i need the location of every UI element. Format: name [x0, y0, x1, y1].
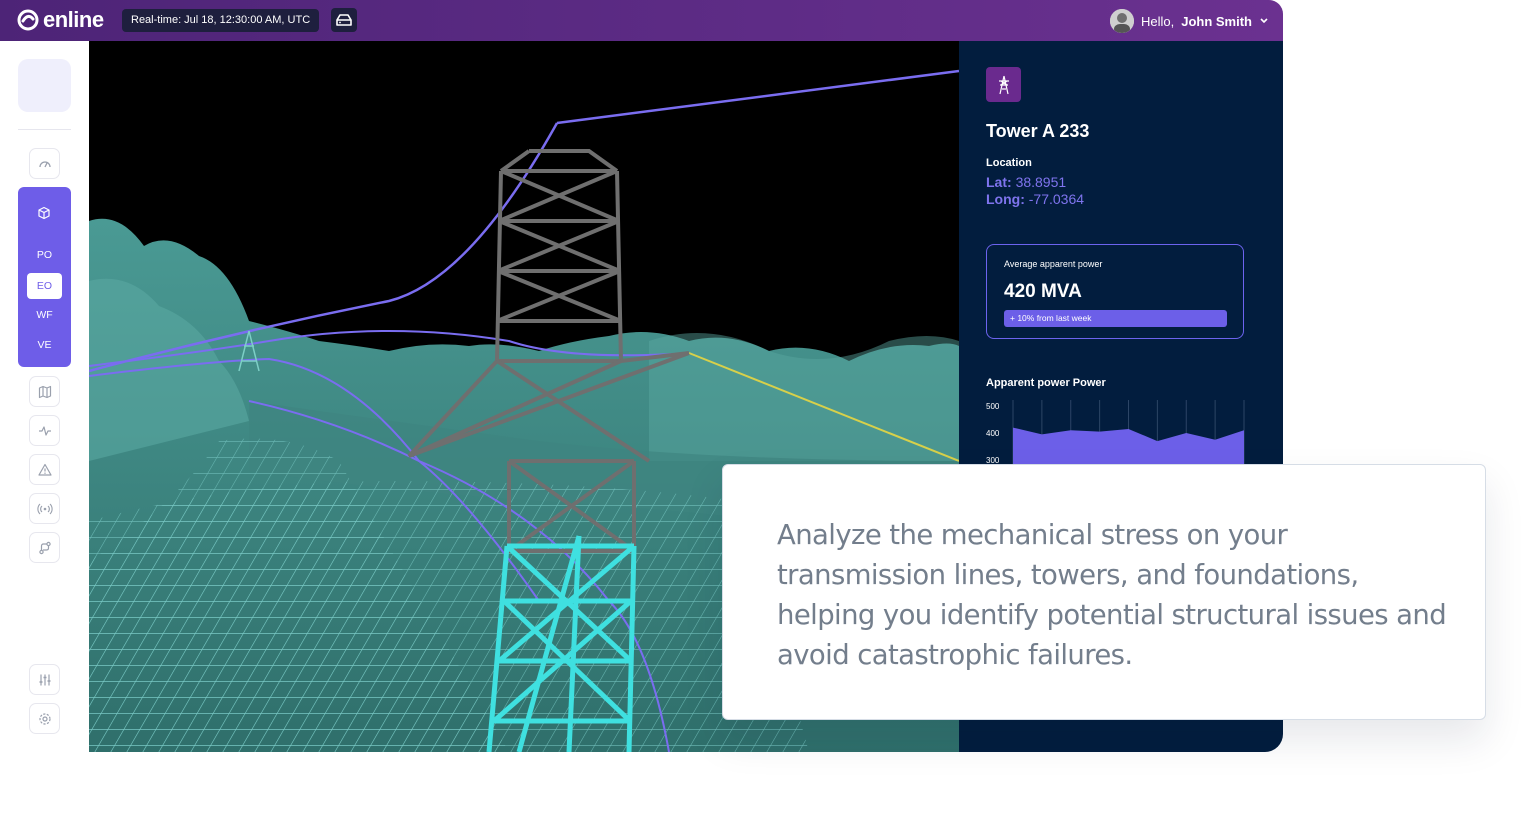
feature-description: Analyze the mechanical stress on your tr… [777, 519, 1447, 671]
latitude: Lat: 38.8951 [986, 174, 1066, 190]
sidebar-sub-eo[interactable]: EO [27, 273, 62, 299]
avatar [1109, 9, 1134, 33]
sidebar-item-map[interactable] [29, 376, 60, 407]
long-value: -77.0364 [1028, 191, 1085, 207]
sidebar-item-settings[interactable] [29, 703, 60, 734]
sidebar-item-routes[interactable] [29, 532, 60, 563]
sidebar-item-alerts[interactable] [29, 454, 60, 485]
location-label: Location [986, 157, 1032, 169]
greeting-text: Hello, [1140, 13, 1175, 29]
sidebar-sub-wf[interactable]: WF [27, 302, 62, 328]
lat-label: Lat: [986, 174, 1012, 190]
sidebar-item-dashboard[interactable] [29, 148, 60, 179]
map-icon [38, 385, 51, 398]
chart-y-tick: 500 [986, 402, 1000, 411]
chart-title: Apparent power Power [986, 377, 1106, 389]
realtime-clock: Real-time: Jul 18, 12:30:00 AM, UTC [122, 9, 320, 32]
power-card-label: Average apparent power [1004, 259, 1103, 269]
workspace-logo[interactable] [18, 59, 71, 112]
sidebar: PO EO WF VE [0, 41, 89, 752]
alert-icon [37, 463, 52, 476]
brand-logo[interactable]: enline [17, 8, 104, 32]
average-power-card: Average apparent power 420 MVA + 10% fro… [986, 244, 1244, 339]
settings-icon [38, 712, 51, 725]
dashboard-icon [38, 160, 51, 167]
power-card-value: 420 MVA [1004, 281, 1082, 302]
sidebar-group-3d: PO EO WF VE [18, 187, 71, 367]
long-label: Long: [986, 191, 1025, 207]
top-bar: enline Real-time: Jul 18, 12:30:00 AM, U… [0, 0, 1283, 41]
sliders-icon [39, 674, 50, 685]
broadcast-icon [36, 503, 53, 514]
chevron-down-icon [1260, 18, 1268, 24]
lat-value: 38.8951 [1015, 174, 1067, 190]
sidebar-item-3d[interactable] [34, 203, 54, 223]
sidebar-item-activity[interactable] [29, 415, 60, 446]
feature-description-card: Analyze the mechanical stress on your tr… [722, 464, 1486, 720]
activity-icon [38, 425, 51, 436]
user-name: John Smith [1181, 13, 1252, 29]
longitude: Long: -77.0364 [986, 191, 1084, 207]
enline-logo-icon [17, 9, 39, 31]
drive-button[interactable] [331, 8, 357, 32]
tower-title: Tower A 233 [986, 121, 1090, 141]
drive-icon [336, 14, 352, 26]
power-change-badge: + 10% from last week [1004, 310, 1227, 327]
cube-icon [38, 206, 50, 220]
brand-name: enline [43, 7, 104, 32]
route-icon [38, 541, 51, 554]
transmission-tower-icon [998, 75, 1009, 94]
user-menu[interactable]: Hello, John Smith [1109, 9, 1269, 33]
tower-icon-badge [986, 67, 1021, 102]
sidebar-sub-ve[interactable]: VE [27, 332, 62, 358]
sidebar-divider [18, 129, 71, 130]
sidebar-item-filters[interactable] [29, 664, 60, 695]
sidebar-sub-po[interactable]: PO [27, 242, 62, 268]
chart-y-tick: 400 [986, 429, 1000, 438]
sidebar-item-broadcast[interactable] [29, 493, 60, 524]
